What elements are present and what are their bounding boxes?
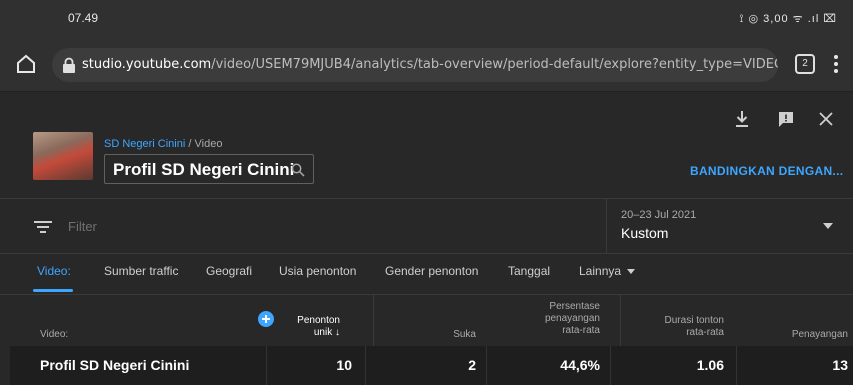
breadcrumb-page: Video (194, 138, 223, 150)
tab-video[interactable]: Video: (37, 264, 71, 278)
col-header-views[interactable]: Penayangan (756, 329, 848, 341)
tab-switcher-icon[interactable]: 2 (795, 54, 815, 74)
video-thumbnail (33, 132, 93, 180)
tab-traffic-source[interactable]: Sumber traffic (104, 264, 178, 278)
col-header-unique-viewers[interactable]: Penonton unik ↓ (280, 315, 340, 339)
address-bar[interactable]: studio.youtube.com/video/USEM79MJUB4/ana… (52, 48, 778, 82)
col-header-dur-line2: rata-rata (686, 327, 724, 338)
more-vertical-icon[interactable] (832, 52, 840, 76)
date-mode-text: Kustom (621, 225, 669, 241)
status-time: 07.49 (68, 11, 99, 25)
download-icon[interactable] (734, 110, 750, 128)
active-tab-indicator (33, 289, 73, 292)
filter-bar: Filter 20–23 Jul 2021 Kustom (0, 198, 853, 254)
date-range-selector[interactable]: 20–23 Jul 2021 Kustom (606, 199, 853, 254)
column-divider (620, 295, 621, 347)
home-icon[interactable] (14, 52, 38, 76)
status-icons: ⟟ ◎ 3,00 ᯤ .ıl ⌧ (739, 13, 837, 25)
col-header-video: Video: (40, 329, 69, 340)
table-row[interactable]: Profil SD Negeri Cinini 10 2 44,6% 1.06 … (10, 346, 853, 385)
row-video-title[interactable]: Profil SD Negeri Cinini (40, 357, 189, 373)
tab-more-label: Lainnya (579, 264, 622, 278)
col-header-pct-line1: Persentase (549, 301, 600, 312)
lock-icon (63, 57, 75, 73)
column-divider (373, 295, 374, 347)
breadcrumb: SD Negeri Cinini / Video (104, 138, 222, 150)
compare-button[interactable]: BANDINGKAN DENGAN... (690, 164, 843, 178)
video-selector[interactable]: Profil SD Negeri Cinini (104, 154, 314, 184)
col-header-avg-percent[interactable]: Persentase penayangan rata-rata (510, 301, 600, 337)
col-header-unique-line2: unik ↓ (313, 327, 340, 338)
col-header-pct-line2: penayangan (544, 313, 600, 324)
col-header-dur-line1: Durasi tonton (664, 315, 724, 326)
tab-viewer-age[interactable]: Usia penonton (279, 264, 356, 278)
add-metric-icon[interactable] (258, 311, 274, 327)
row-views: 13 (832, 357, 848, 373)
url-host: studio.youtube.com (82, 57, 212, 72)
column-divider (610, 346, 611, 385)
tab-more[interactable]: Lainnya (579, 264, 636, 278)
search-icon (291, 163, 305, 177)
feedback-icon[interactable] (777, 110, 795, 128)
breadcrumb-channel-link[interactable]: SD Negeri Cinini (104, 138, 185, 150)
browser-toolbar: studio.youtube.com/video/USEM79MJUB4/ana… (0, 38, 853, 92)
date-range-text: 20–23 Jul 2021 (621, 209, 697, 221)
row-likes: 2 (468, 357, 476, 373)
close-icon[interactable] (818, 111, 834, 127)
status-bar: 07.49 ⟟ ◎ 3,00 ᯤ .ıl ⌧ (0, 0, 853, 38)
filter-input[interactable]: Filter (68, 219, 97, 234)
tab-viewer-gender[interactable]: Gender penonton (385, 264, 478, 278)
col-header-pct-line3: rata-rata (562, 325, 600, 336)
tab-geography[interactable]: Geografi (206, 264, 252, 278)
chevron-down-icon (823, 223, 833, 229)
breadcrumb-separator: / (188, 138, 192, 150)
url-text: studio.youtube.com/video/USEM79MJUB4/ana… (82, 57, 778, 72)
col-header-avg-duration[interactable]: Durasi tonton rata-rata (628, 315, 724, 339)
caret-down-icon (627, 269, 636, 275)
column-divider (486, 346, 487, 385)
col-header-likes[interactable]: Suka (430, 329, 476, 341)
column-divider (365, 346, 366, 385)
row-avg-duration: 1.06 (696, 357, 724, 373)
row-avg-percent: 44,6% (560, 357, 600, 373)
col-header-unique-line1: Penonton (297, 315, 340, 326)
table-header: Video: Penonton unik ↓ Suka Persentase p… (0, 294, 853, 347)
column-divider (266, 346, 267, 385)
filter-icon[interactable] (34, 220, 52, 234)
tab-date[interactable]: Tanggal (508, 264, 550, 278)
report-tabs: Video: Sumber traffic Geografi Usia peno… (0, 254, 853, 294)
row-unique-viewers: 10 (336, 357, 352, 373)
url-path: /video/USEM79MJUB4/analytics/tab-overvie… (211, 57, 778, 72)
video-title: Profil SD Negeri Cinini (113, 160, 295, 179)
analytics-header: SD Negeri Cinini / Video Profil SD Neger… (0, 92, 853, 198)
column-divider (736, 346, 737, 385)
